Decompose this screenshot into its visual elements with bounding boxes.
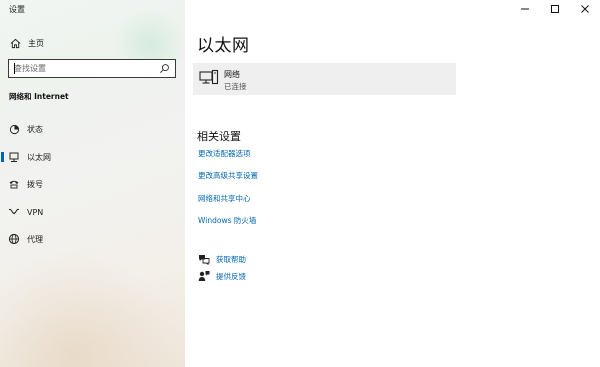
sidebar-backdrop-warm: [0, 250, 185, 367]
sidebar-item-label: 拨号: [27, 179, 43, 189]
globe-icon: [8, 233, 20, 245]
close-icon: [581, 5, 589, 13]
feedback-icon: [198, 270, 210, 282]
section-label: 网络和 Internet: [9, 92, 69, 101]
text-caret: [14, 63, 15, 74]
sidebar: 设置 主页 网络和 Internet 状态 以太网 拨号: [0, 0, 190, 367]
sidebar-item-dialup[interactable]: 拨号: [0, 174, 185, 194]
feedback-row[interactable]: 提供反馈: [198, 270, 246, 282]
help-chat-icon: [198, 253, 210, 265]
network-name: 网络: [224, 70, 240, 79]
app-title: 设置: [9, 5, 25, 14]
sidebar-item-label: 状态: [27, 124, 43, 134]
link-advanced-sharing[interactable]: 更改高级共享设置: [198, 170, 258, 181]
minimize-icon: [521, 8, 529, 10]
sidebar-item-label: VPN: [27, 207, 44, 217]
search-box[interactable]: [8, 59, 176, 78]
get-help-label: 获取帮助: [216, 254, 246, 264]
sidebar-item-proxy[interactable]: 代理: [0, 229, 185, 249]
feedback-label: 提供反馈: [216, 271, 246, 281]
home-label: 主页: [28, 38, 44, 48]
status-icon: [8, 123, 20, 135]
network-status: 已连接: [224, 82, 247, 91]
ethernet-icon: [8, 151, 20, 163]
active-indicator: [1, 152, 4, 162]
vpn-icon: [8, 206, 20, 218]
search-input[interactable]: [14, 64, 154, 73]
link-windows-firewall[interactable]: Windows 防火墙: [198, 215, 256, 226]
close-button[interactable]: [570, 0, 600, 18]
sidebar-item-vpn[interactable]: VPN: [0, 202, 185, 222]
maximize-button[interactable]: [540, 0, 570, 18]
get-help-row[interactable]: 获取帮助: [198, 253, 246, 265]
home-icon: [9, 37, 21, 49]
sidebar-item-status[interactable]: 状态: [0, 119, 185, 139]
window-controls: [510, 0, 600, 18]
sidebar-item-label: 以太网: [27, 152, 51, 162]
page-title: 以太网: [197, 36, 250, 56]
home-nav-item[interactable]: 主页: [9, 37, 44, 49]
search-icon[interactable]: [159, 63, 170, 74]
minimize-button[interactable]: [510, 0, 540, 18]
network-pc-icon: [199, 69, 219, 87]
network-card[interactable]: 网络 已连接: [193, 63, 456, 95]
link-network-sharing-center[interactable]: 网络和共享中心: [198, 193, 251, 204]
sidebar-item-ethernet[interactable]: 以太网: [0, 147, 185, 167]
sidebar-item-label: 代理: [27, 234, 43, 244]
related-settings-heading: 相关设置: [197, 130, 241, 143]
maximize-icon: [551, 5, 559, 13]
dialup-icon: [8, 178, 20, 190]
link-change-adapter-options[interactable]: 更改适配器选项: [198, 148, 251, 159]
